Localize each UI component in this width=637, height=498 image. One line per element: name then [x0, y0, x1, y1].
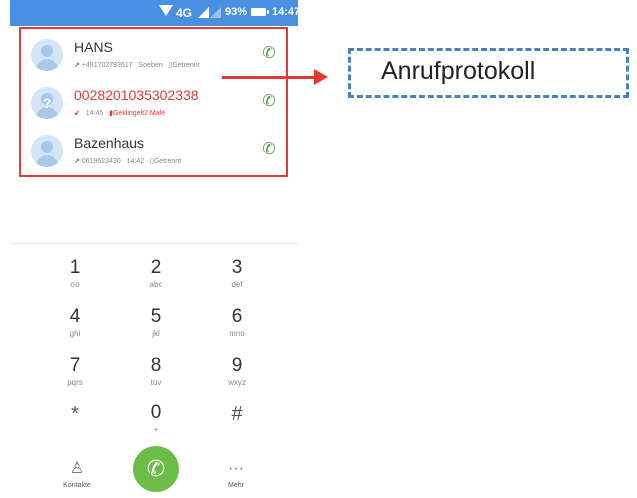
call-log-list: HANS ↗ +491702793617 Soeben ▯Getrennt ✆ … [19, 27, 288, 177]
dial-key-3[interactable]: 3 def [207, 257, 267, 301]
dial-key-2[interactable]: 2 abc [126, 257, 186, 301]
call-details: ↙ 14:45 ▮Geklingelt2 Male [74, 110, 166, 117]
call-back-phone-icon[interactable]: ✆ [260, 141, 278, 159]
battery-percent: 93% [225, 6, 248, 18]
call-back-phone-icon[interactable]: ✆ [260, 45, 278, 63]
contact-name: HANS [74, 39, 113, 55]
avatar [31, 135, 63, 167]
signal-icon-secondary [210, 7, 221, 18]
more-button[interactable]: ··· Mehr [211, 460, 261, 489]
dial-key-hash[interactable]: # [207, 402, 267, 446]
dial-key-6[interactable]: 6 mno [207, 306, 267, 350]
person-icon: ♙ [69, 460, 85, 477]
annotation-arrow-line [222, 76, 314, 79]
call-button[interactable]: ✆ [133, 446, 179, 492]
wifi-icon [159, 5, 173, 16]
call-details: ↗ +491702793617 Soeben ▯Getrennt [74, 62, 200, 69]
contact-number: 0028201035302338 [74, 87, 199, 103]
avatar-unknown: ? [31, 87, 63, 119]
outgoing-call-icon: ↗ [74, 158, 80, 165]
dial-key-0[interactable]: 0 + [126, 402, 186, 446]
more-dots-icon: ··· [228, 460, 244, 477]
dial-key-1[interactable]: 1 σο [45, 257, 105, 301]
call-details: ↗ 0619623430 14:42 ▯Getrennt [74, 158, 182, 165]
dial-key-5[interactable]: 5 jkl [126, 306, 186, 350]
missed-call-icon: ↙ [74, 110, 80, 117]
contact-name: Bazenhaus [74, 135, 145, 151]
avatar [31, 39, 63, 71]
annotation-label: Anrufprotokoll [381, 57, 536, 85]
annotation-callout: Anrufprotokoll [348, 48, 629, 98]
dial-key-star[interactable]: * [45, 402, 105, 446]
call-log-item[interactable]: HANS ↗ +491702793617 Soeben ▯Getrennt ✆ [21, 31, 286, 79]
phone-screen: 4G 93% 14:47 HANS ↗ +491702793617 Soeben… [10, 0, 298, 498]
battery-icon [251, 8, 269, 16]
dial-key-7[interactable]: 7 pqrs [45, 355, 105, 399]
clock: 14:47 [272, 6, 298, 18]
network-type: 4G [176, 6, 193, 20]
call-back-phone-icon[interactable]: ✆ [260, 93, 278, 111]
call-log-item[interactable]: ? 0028201035302338 ↙ 14:45 ▮Geklingelt2 … [21, 79, 286, 127]
dial-key-9[interactable]: 9 wxyz [207, 355, 267, 399]
call-log-item[interactable]: Bazenhaus ↗ 0619623430 14:42 ▯Getrennt ✆ [21, 127, 286, 175]
divider [10, 243, 298, 244]
annotation-arrow-head [314, 69, 328, 85]
phone-icon: ✆ [146, 456, 166, 481]
contacts-button[interactable]: ♙ Kontakte [52, 460, 102, 489]
dial-key-4[interactable]: 4 ghi [45, 306, 105, 350]
status-bar: 4G 93% 14:47 [10, 0, 298, 26]
outgoing-call-icon: ↗ [74, 62, 80, 69]
signal-icon [198, 7, 209, 18]
dial-key-8[interactable]: 8 tuv [126, 355, 186, 399]
